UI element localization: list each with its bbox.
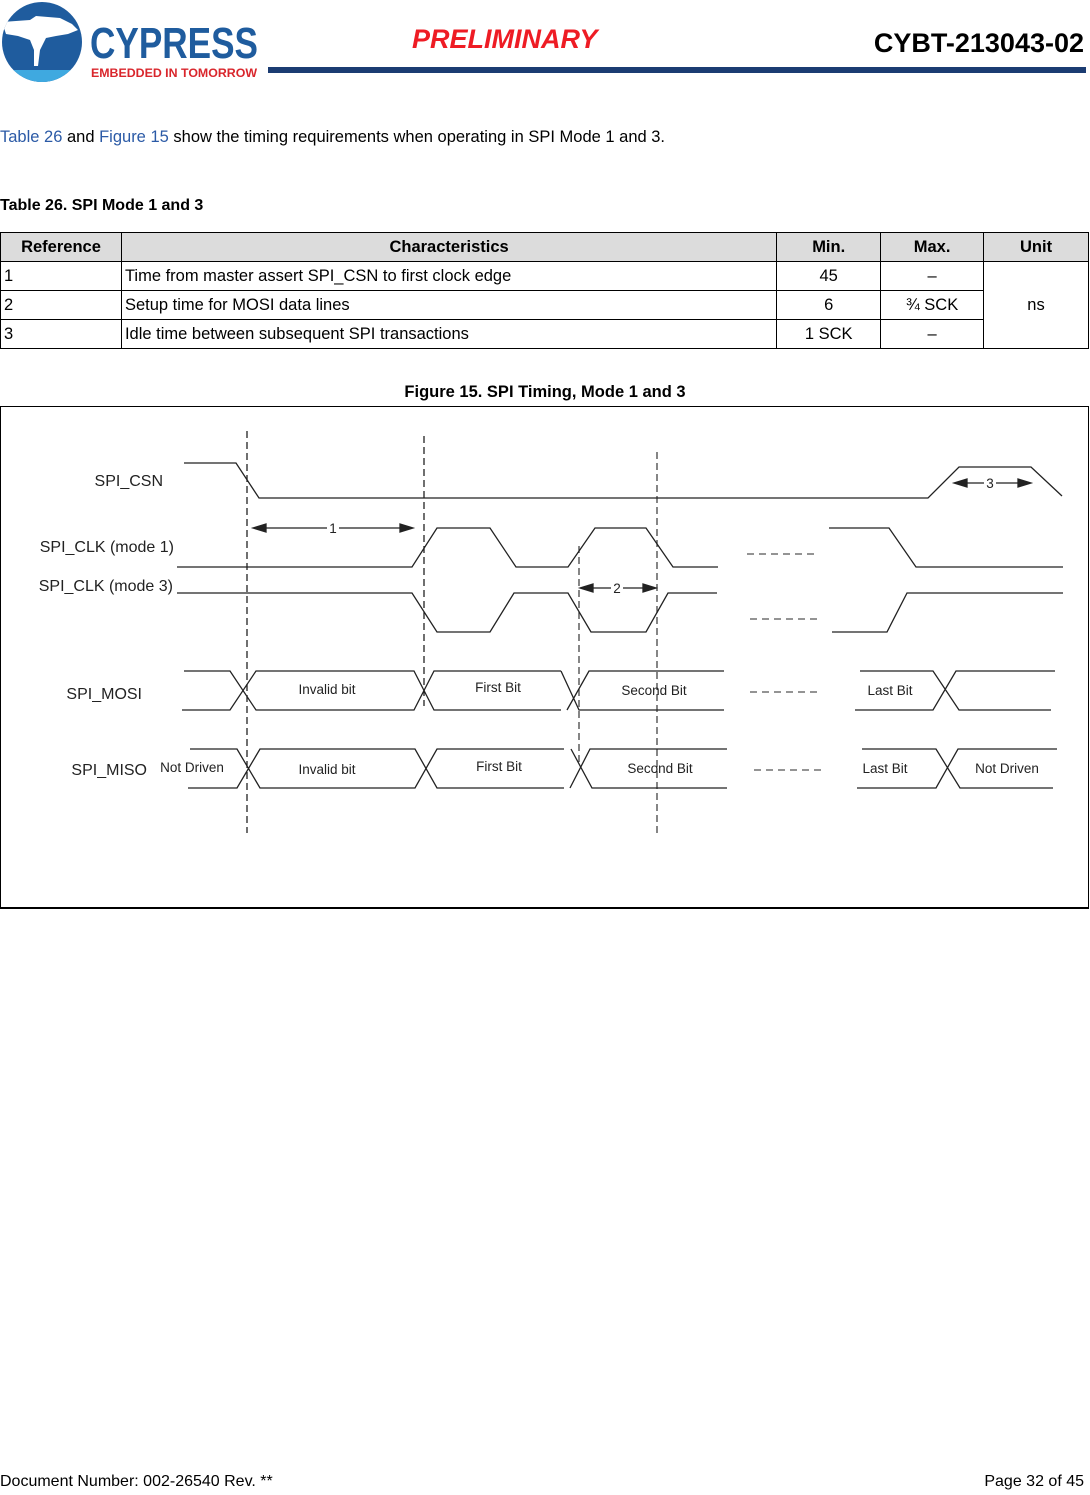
- mosi-bit-label: Second Bit: [621, 683, 687, 698]
- waveform-spi-clk-mode1: [177, 527, 718, 568]
- table-row: 2 Setup time for MOSI data lines 6 ¾ SCK: [0, 290, 1089, 320]
- document-id: CYBT-213043-02: [873, 28, 1084, 58]
- header-characteristics: Characteristics: [120, 232, 778, 262]
- miso-bit-label: First Bit: [476, 759, 522, 774]
- miso-bit-label: Invalid bit: [298, 762, 355, 777]
- table-26-link[interactable]: Table 26: [0, 128, 62, 146]
- table-header-row: Reference Characteristics Min. Max. Unit: [0, 232, 1089, 262]
- spi-timing-table: Reference Characteristics Min. Max. Unit…: [0, 232, 1089, 349]
- waveform-spi-clk-mode1-end: [829, 527, 1063, 568]
- marker-1-label: 1: [329, 521, 337, 536]
- miso-bit-label: Last Bit: [862, 761, 907, 776]
- intro-text: show the timing requirements when operat…: [168, 128, 666, 146]
- header-unit: Unit: [983, 232, 1089, 262]
- intro-text: and: [62, 128, 100, 146]
- signal-label-spi-mosi: SPI_MOSI: [66, 686, 142, 703]
- marker-2-label: 2: [613, 581, 621, 596]
- header-min: Min.: [776, 232, 882, 262]
- mosi-bit-label: Invalid bit: [298, 682, 355, 697]
- miso-bit-label: Second Bit: [627, 761, 693, 776]
- figure-15-link[interactable]: Figure 15: [99, 128, 169, 146]
- cell-characteristic: Time from master assert SPI_CSN to first…: [120, 261, 778, 291]
- cell-max: –: [880, 319, 985, 349]
- preliminary-label: PRELIMINARY: [412, 24, 598, 54]
- waveform-spi-clk-mode3-end: [832, 592, 1063, 633]
- logo-brand-text: CYPRESS: [90, 19, 258, 68]
- header-reference: Reference: [0, 232, 122, 262]
- cell-characteristic: Idle time between subsequent SPI transac…: [120, 319, 778, 349]
- cell-max: –: [880, 261, 985, 291]
- header-rule: [268, 67, 1086, 73]
- figure-caption: Figure 15. SPI Timing, Mode 1 and 3: [404, 383, 686, 401]
- cell-reference: 2: [0, 290, 122, 320]
- table-caption: Table 26. SPI Mode 1 and 3: [0, 197, 204, 214]
- signal-label-spi-miso: SPI_MISO: [71, 762, 147, 779]
- document-number: Document Number: 002-26540 Rev. **: [0, 1473, 273, 1490]
- table-row: 1 Time from master assert SPI_CSN to fir…: [0, 261, 1089, 349]
- mosi-bit-label: Last Bit: [867, 683, 912, 698]
- intro-paragraph: Table 26 and Figure 15 show the timing r…: [0, 128, 665, 147]
- cell-reference: 1: [0, 261, 122, 291]
- logo-tagline: EMBEDDED IN TOMORROW: [91, 68, 257, 80]
- marker-3-label: 3: [986, 476, 994, 491]
- page-number: Page 32 of 45: [984, 1473, 1084, 1490]
- signal-label-spi-clk-mode3: SPI_CLK (mode 3): [39, 578, 173, 595]
- miso-bit-label: Not Driven: [975, 761, 1039, 776]
- table-row: 3 Idle time between subsequent SPI trans…: [0, 319, 1089, 349]
- signal-label-spi-clk-mode1: SPI_CLK (mode 1): [40, 539, 174, 556]
- spi-timing-figure: SPI_CSN SPI_CLK (mode 1) SPI_CLK (mode 3…: [0, 406, 1089, 909]
- timing-diagram: SPI_CSN SPI_CLK (mode 1) SPI_CLK (mode 3…: [39, 431, 1063, 833]
- cell-min: 6: [776, 290, 882, 320]
- cell-unit: ns: [983, 261, 1089, 349]
- cypress-logo: CYPRESS EMBEDDED IN TOMORROW: [0, 0, 268, 84]
- cell-min: 1 SCK: [776, 319, 882, 349]
- cell-min: 45: [776, 261, 882, 291]
- signal-label-spi-csn: SPI_CSN: [95, 473, 163, 490]
- cell-characteristic: Setup time for MOSI data lines: [120, 290, 778, 320]
- waveform-spi-clk-mode3: [177, 592, 717, 633]
- cell-reference: 3: [0, 319, 122, 349]
- mosi-bit-label: First Bit: [475, 680, 521, 695]
- header-max: Max.: [880, 232, 985, 262]
- miso-bit-label: Not Driven: [160, 760, 224, 775]
- cell-max: ¾ SCK: [880, 290, 985, 320]
- tree-globe-logo-icon: CYPRESS EMBEDDED IN TOMORROW: [2, 2, 258, 82]
- waveform-spi-csn: [184, 462, 1063, 499]
